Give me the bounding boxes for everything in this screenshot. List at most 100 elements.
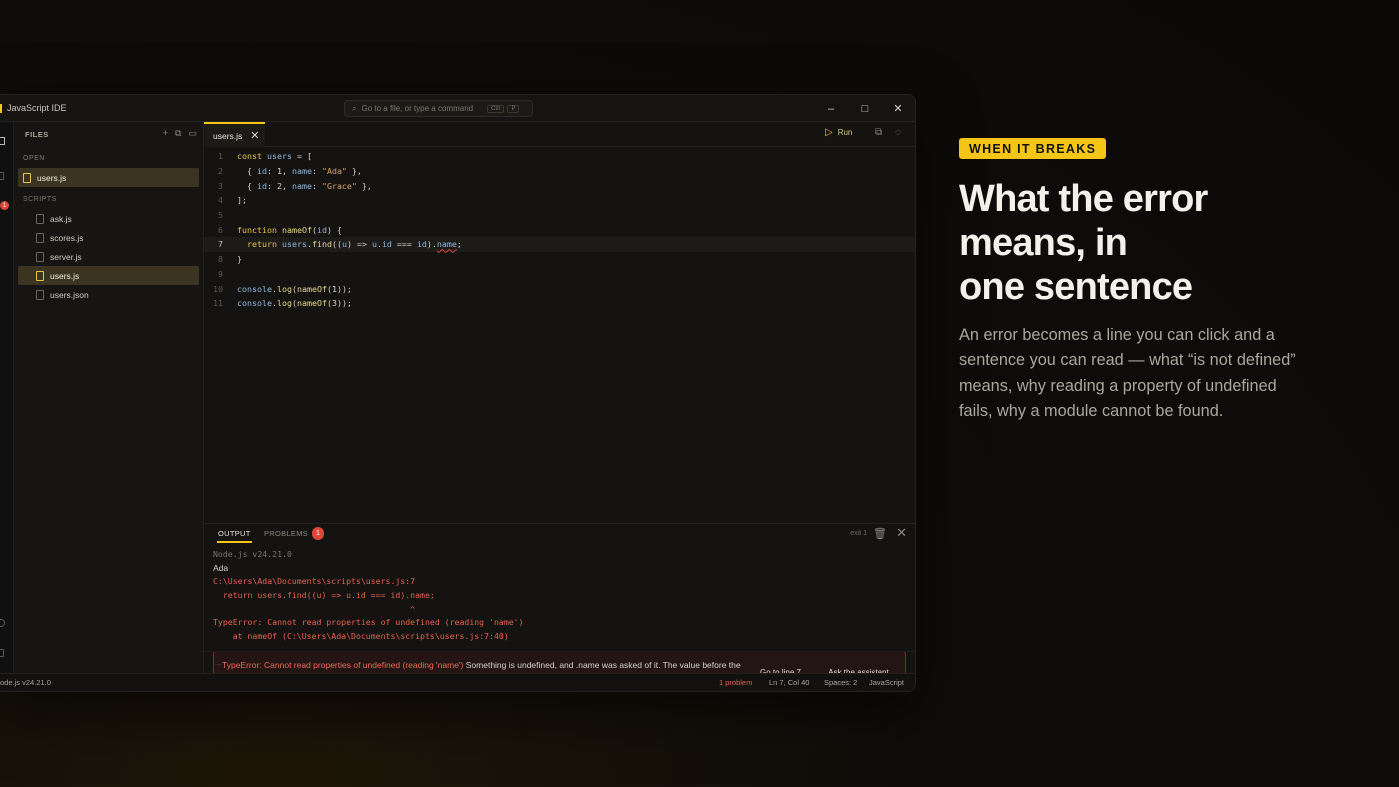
run-label: Run <box>837 128 853 137</box>
file-item-users-json[interactable]: users.json <box>18 285 199 304</box>
line-number: 8 <box>218 254 223 265</box>
code-editor: users.js ✕ ▷ Run ⧉ ◌ 1 const users = [ 2 … <box>204 122 915 522</box>
headline-line: one sentence <box>959 266 1193 308</box>
cursor-position[interactable]: Ln 7, Col 40 <box>769 678 809 687</box>
code-text: { id: 2, name: "Grace" }, <box>237 180 372 191</box>
headline-line: means, in <box>959 222 1128 264</box>
search-panel-icon[interactable] <box>0 172 4 180</box>
panel-tabs: OUTPUT PROBLEMS 1 exit 1 🗑 ✕ <box>204 524 915 546</box>
command-palette-input[interactable]: ⌕ Go to a file, or type a command Ctrl P <box>344 100 533 117</box>
file-name: ask.js <box>50 213 72 224</box>
new-file-icon[interactable]: + <box>163 128 168 139</box>
code-text: ]; <box>237 195 247 206</box>
line-number: 2 <box>218 166 223 177</box>
account-icon[interactable] <box>0 619 5 627</box>
code-line-active: 7 return users.find((u) => u.id === id).… <box>204 237 915 252</box>
trash-icon[interactable]: 🗑 <box>873 527 887 540</box>
file-item-server-js[interactable]: server.js <box>18 247 199 266</box>
settings-icon[interactable] <box>0 649 4 657</box>
command-placeholder: Go to a file, or type a command <box>361 104 474 113</box>
code-text: const users = [ <box>237 151 312 162</box>
indentation[interactable]: Spaces: 2 <box>824 678 857 687</box>
app-title: JavaScript IDE <box>7 103 67 113</box>
app-logo-icon <box>0 104 2 113</box>
feature-copy: WHEN IT BREAKS What the error means, in … <box>959 138 1339 424</box>
code-line: 6 function nameOf(id) { <box>204 222 915 237</box>
code-area[interactable]: 1 const users = [ 2 { id: 1, name: "Ada" … <box>204 149 915 311</box>
tab-output[interactable]: OUTPUT <box>217 529 252 543</box>
chat-icon[interactable]: ◌ <box>895 127 901 138</box>
line-number: 6 <box>218 224 223 235</box>
line-number: 1 <box>218 151 223 162</box>
file-icon <box>36 289 44 300</box>
shortcut-key-p: P <box>507 104 520 113</box>
file-name: users.json <box>50 289 89 300</box>
language-mode[interactable]: JavaScript <box>869 678 904 687</box>
file-icon <box>36 251 44 262</box>
code-line: 10 console.log(nameOf(1)); <box>204 281 915 296</box>
js-file-icon <box>36 270 44 281</box>
console-input[interactable]: → <box>204 651 915 673</box>
open-file-users-js[interactable]: users.js <box>18 168 199 187</box>
new-folder-icon[interactable]: ⧉ <box>175 128 181 139</box>
file-icon <box>36 213 44 224</box>
file-name: server.js <box>50 251 82 262</box>
tab-users-js[interactable]: users.js ✕ <box>204 122 265 147</box>
line-number: 11 <box>213 298 223 309</box>
editor-tabs: users.js ✕ ▷ Run ⧉ ◌ <box>204 122 915 147</box>
line-number: 4 <box>218 195 223 206</box>
problems-badge[interactable]: 1 <box>0 201 9 210</box>
code-line: 4]; <box>204 193 915 208</box>
prompt-arrow-icon: → <box>213 657 222 668</box>
close-window-button[interactable]: ✕ <box>881 95 915 122</box>
output-line: Node.js v24.21.0 <box>213 549 292 559</box>
explorer-toolbar: + ⧉ ▭ <box>163 128 197 139</box>
files-icon[interactable] <box>0 137 5 145</box>
close-tab-icon[interactable]: ✕ <box>250 129 259 142</box>
folder-icon[interactable]: ▭ <box>188 128 197 139</box>
file-item-ask-js[interactable]: ask.js <box>18 209 199 228</box>
file-item-scores-js[interactable]: scores.js <box>18 228 199 247</box>
run-button[interactable]: ▷ Run <box>825 127 852 138</box>
file-icon <box>36 232 44 243</box>
output-panel: OUTPUT PROBLEMS 1 exit 1 🗑 ✕ Node.js v24… <box>204 523 915 691</box>
maximize-button[interactable]: □ <box>848 95 882 122</box>
status-bar: ode.js v24.21.0 1 problem Ln 7, Col 40 S… <box>0 673 915 691</box>
headline-line: What the error <box>959 178 1208 220</box>
code-text: return users.find((u) => u.id === id).na… <box>247 239 462 250</box>
code-line: 11 console.log(nameOf(3)); <box>204 296 915 311</box>
close-panel-icon[interactable]: ✕ <box>896 525 907 541</box>
code-line: 2 { id: 1, name: "Ada" }, <box>204 164 915 179</box>
line-number: 10 <box>213 283 223 294</box>
minimize-button[interactable]: – <box>814 95 848 122</box>
code-line: 1 const users = [ <box>204 149 915 164</box>
code-line: 9 <box>204 267 915 282</box>
split-editor-icon[interactable]: ⧉ <box>875 127 882 138</box>
code-line: 3 { id: 2, name: "Grace" }, <box>204 178 915 193</box>
line-number: 5 <box>218 210 223 221</box>
problems-count-badge: 1 <box>312 527 324 540</box>
scripts-section-label: SCRIPTS <box>23 195 57 203</box>
section-pill: WHEN IT BREAKS <box>959 138 1107 159</box>
code-text: { id: 1, name: "Ada" }, <box>237 166 362 177</box>
activity-bar: 1 <box>0 122 14 673</box>
console-output: Node.js v24.21.0 Ada C:\Users\Ada\Docume… <box>213 549 524 645</box>
code-line: 5 <box>204 208 915 223</box>
output-line: Ada <box>213 562 229 573</box>
output-line: return users.find((u) => u.id === id).na… <box>213 590 435 601</box>
play-icon: ▷ <box>825 127 833 138</box>
problems-status[interactable]: 1 problem <box>719 678 752 687</box>
output-line: C:\Users\Ada\Documents\scripts\users.js:… <box>213 576 416 587</box>
output-line: at nameOf (C:\Users\Ada\Documents\script… <box>213 631 509 642</box>
file-name: users.js <box>37 172 67 183</box>
line-number: 9 <box>218 268 223 279</box>
ide-window: JavaScript IDE ⌕ Go to a file, or type a… <box>0 94 916 692</box>
file-explorer: FILES + ⧉ ▭ OPEN users.js SCRIPTS ask.js… <box>14 122 204 673</box>
tab-problems[interactable]: PROBLEMS <box>264 529 308 538</box>
file-name: scores.js <box>50 232 84 243</box>
output-line: ^ <box>213 603 416 614</box>
title-bar: JavaScript IDE ⌕ Go to a file, or type a… <box>0 95 915 122</box>
line-number: 3 <box>218 180 223 191</box>
code-text: console.log(nameOf(3)); <box>237 298 352 309</box>
file-item-users-js[interactable]: users.js <box>18 266 199 285</box>
